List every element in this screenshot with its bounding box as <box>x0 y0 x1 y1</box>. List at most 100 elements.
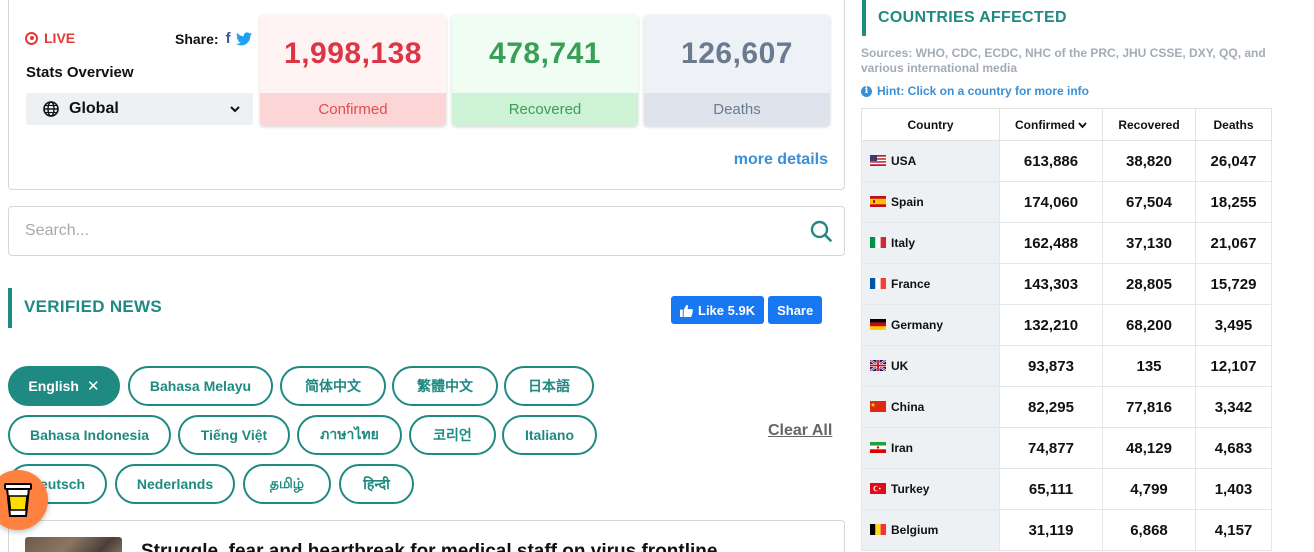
table-row[interactable]: France 143,303 28,805 15,729 <box>861 263 1272 305</box>
flag-uk-icon <box>869 359 887 372</box>
chevron-down-icon <box>230 106 240 113</box>
table-row[interactable]: Iran 74,877 48,129 4,683 <box>861 427 1272 469</box>
news-thumbnail <box>25 537 122 552</box>
language-chip[interactable]: 코리언 <box>409 415 496 455</box>
facebook-like-button[interactable]: Like 5.9K <box>671 296 765 324</box>
confirmed-cell: 143,303 <box>999 263 1103 305</box>
table-row[interactable]: UK 93,873 135 12,107 <box>861 345 1272 387</box>
confirmed-cell: 65,111 <box>999 468 1103 510</box>
table-row[interactable]: Turkey 65,111 4,799 1,403 <box>861 468 1272 510</box>
country-cell[interactable]: Germany <box>861 304 1000 346</box>
country-cell[interactable]: China <box>861 386 1000 428</box>
live-indicator: LIVE <box>25 30 75 46</box>
flag-usa-icon <box>870 155 886 166</box>
deaths-cell: 12,107 <box>1195 345 1272 387</box>
language-chip-english[interactable]: English ✕ <box>8 366 120 406</box>
recovered-cell: 48,129 <box>1102 427 1196 469</box>
thumbs-up-icon <box>680 304 693 317</box>
flag-belgium-icon <box>870 524 886 535</box>
country-column-header[interactable]: Country <box>861 108 1000 141</box>
country-name: Iran <box>891 441 914 455</box>
share-row: Share: f <box>175 30 252 47</box>
country-cell[interactable]: Italy <box>861 222 1000 264</box>
country-cell[interactable]: France <box>861 263 1000 305</box>
language-chip[interactable]: 简体中文 <box>280 366 386 406</box>
country-name: Italy <box>891 236 916 250</box>
language-chip[interactable]: ภาษาไทย <box>297 415 402 455</box>
search-input[interactable] <box>25 222 810 240</box>
language-chip[interactable]: Bahasa Indonesia <box>8 415 171 455</box>
deaths-cell: 4,157 <box>1195 509 1272 551</box>
share-label: Share: <box>175 30 219 47</box>
live-dot-icon <box>25 31 38 45</box>
recovered-stat-box: 478,741 Recovered <box>452 15 638 126</box>
deaths-column-header[interactable]: Deaths <box>1195 108 1272 141</box>
deaths-label: Deaths <box>644 93 830 126</box>
search-bar <box>8 206 845 256</box>
table-row[interactable]: Italy 162,488 37,130 21,067 <box>861 222 1272 264</box>
confirmed-column-header[interactable]: Confirmed <box>999 108 1103 141</box>
search-icon[interactable] <box>810 220 832 242</box>
language-chip-label: English <box>28 378 79 394</box>
region-select[interactable]: Global <box>26 93 253 125</box>
deaths-cell: 26,047 <box>1195 140 1272 182</box>
language-chip[interactable]: 繁體中文 <box>392 366 498 406</box>
table-header-row: Country Confirmed Recovered Deaths <box>861 108 1272 141</box>
flag-turkey-icon <box>870 483 886 494</box>
country-cell[interactable]: Turkey <box>861 468 1000 510</box>
table-row[interactable]: Germany 132,210 68,200 3,495 <box>861 304 1272 346</box>
deaths-count: 126,607 <box>681 37 793 70</box>
close-icon[interactable]: ✕ <box>87 377 100 395</box>
info-icon: i <box>861 85 872 97</box>
table-row[interactable]: Belgium 31,119 6,868 4,157 <box>861 509 1272 551</box>
country-cell[interactable]: Iran <box>861 427 1000 469</box>
confirmed-cell: 132,210 <box>999 304 1103 346</box>
region-select-value: Global <box>69 100 119 117</box>
country-cell[interactable]: Belgium <box>861 509 1000 551</box>
language-chip[interactable]: தமிழ் <box>243 464 331 504</box>
news-headline[interactable]: Struggle, fear and heartbreak for medica… <box>141 541 717 552</box>
recovered-cell: 67,504 <box>1102 181 1196 223</box>
facebook-like-label: Like 5.9K <box>698 302 756 318</box>
hint-text: i Hint: Click on a country for more info <box>861 84 1089 98</box>
twitter-icon[interactable] <box>235 31 252 46</box>
country-name: UK <box>891 359 909 373</box>
confirmed-cell: 82,295 <box>999 386 1103 428</box>
stats-overview-card: LIVE Share: f Stats Overview Global 1,99… <box>8 0 845 190</box>
language-chip[interactable]: Tiếng Việt <box>178 415 290 455</box>
table-row[interactable]: Spain 174,060 67,504 18,255 <box>861 181 1272 223</box>
language-chip[interactable]: Italiano <box>502 415 597 455</box>
live-label: LIVE <box>44 30 76 46</box>
sources-text: Sources: WHO, CDC, ECDC, NHC of the PRC,… <box>861 46 1266 75</box>
language-chip[interactable]: Bahasa Melayu <box>128 366 273 406</box>
recovered-column-header[interactable]: Recovered <box>1102 108 1196 141</box>
facebook-icon[interactable]: f <box>226 30 231 47</box>
language-chip[interactable]: 日本語 <box>504 366 594 406</box>
confirmed-cell: 93,873 <box>999 345 1103 387</box>
country-cell[interactable]: Spain <box>861 181 1000 223</box>
facebook-share-button[interactable]: Share <box>768 296 823 324</box>
language-chip[interactable]: Nederlands <box>115 464 235 504</box>
stats-title: Stats Overview <box>26 64 134 81</box>
recovered-count: 478,741 <box>489 37 601 70</box>
table-row[interactable]: China 82,295 77,816 3,342 <box>861 386 1272 428</box>
coffee-cup-icon <box>4 483 32 517</box>
confirmed-cell: 31,119 <box>999 509 1103 551</box>
country-cell[interactable]: USA <box>861 140 1000 182</box>
country-cell[interactable]: UK <box>861 345 1000 387</box>
language-chip[interactable]: हिन्दी <box>339 464 414 504</box>
more-details-link[interactable]: more details <box>734 151 828 169</box>
flag-italy-icon <box>870 237 886 248</box>
news-item[interactable]: Struggle, fear and heartbreak for medica… <box>8 520 845 552</box>
country-name: USA <box>891 154 917 168</box>
clear-all-link[interactable]: Clear All <box>768 422 832 440</box>
recovered-cell: 77,816 <box>1102 386 1196 428</box>
flag-china-icon <box>870 401 886 412</box>
country-name: Turkey <box>891 482 930 496</box>
deaths-cell: 3,495 <box>1195 304 1272 346</box>
recovered-label: Recovered <box>452 93 638 126</box>
table-row[interactable]: USA 613,886 38,820 26,047 <box>861 140 1272 182</box>
recovered-cell: 135 <box>1102 345 1196 387</box>
deaths-cell: 1,403 <box>1195 468 1272 510</box>
flag-spain-icon <box>870 196 886 207</box>
